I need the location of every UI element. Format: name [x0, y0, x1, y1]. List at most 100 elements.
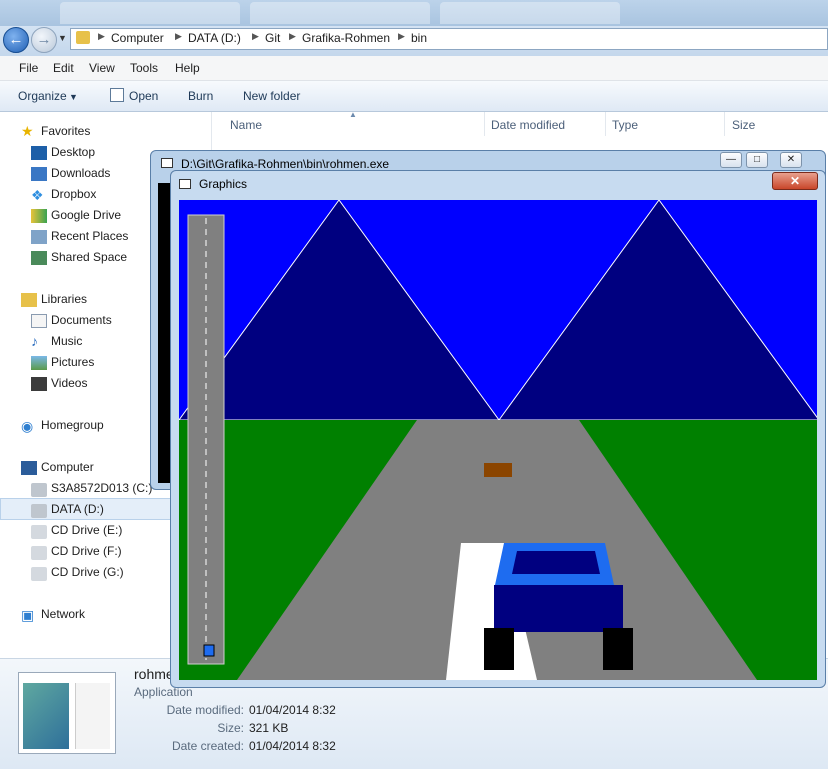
close-button[interactable]: ✕	[772, 172, 818, 190]
back-button[interactable]: ←	[3, 27, 29, 53]
column-divider[interactable]	[484, 112, 485, 136]
nav-item-videos[interactable]: Videos	[51, 376, 87, 390]
car-wheel-left	[484, 628, 514, 670]
open-button[interactable]: Open	[129, 89, 158, 103]
console-icon	[161, 158, 173, 168]
recent-places-icon	[31, 230, 47, 244]
details-file-name: rohme	[134, 666, 174, 682]
car-wheel-right	[603, 628, 633, 670]
chevron-right-icon[interactable]: ▶	[98, 31, 105, 42]
recent-pages-dropdown-icon[interactable]: ▼	[58, 33, 67, 43]
nav-drive-f[interactable]: CD Drive (F:)	[51, 544, 122, 558]
maximize-button[interactable]: □	[746, 152, 768, 168]
nav-item-shared-space[interactable]: Shared Space	[51, 250, 127, 264]
breadcrumb-drive[interactable]: DATA (D:)	[188, 31, 241, 45]
application-icon-page	[75, 683, 110, 749]
menu-help[interactable]: Help	[175, 61, 200, 75]
arrow-left-icon: ←	[8, 31, 24, 48]
command-bar	[0, 81, 828, 112]
music-icon: ♪	[31, 333, 38, 349]
chevron-right-icon[interactable]: ▶	[398, 31, 405, 42]
pictures-icon	[31, 356, 47, 370]
address-bar[interactable]	[70, 28, 828, 50]
cd-drive-icon	[31, 546, 47, 560]
hard-drive-icon	[31, 504, 47, 518]
car-window	[512, 551, 600, 574]
details-size: 321 KB	[249, 721, 289, 735]
libraries-icon	[21, 293, 37, 307]
nav-item-recent-places[interactable]: Recent Places	[51, 229, 128, 243]
chevron-right-icon[interactable]: ▶	[252, 31, 259, 42]
application-icon	[23, 683, 69, 749]
downloads-icon	[31, 167, 47, 181]
breadcrumb-bin[interactable]: bin	[411, 31, 427, 45]
folder-icon	[76, 31, 90, 44]
menu-tools[interactable]: Tools	[130, 61, 158, 75]
details-date-modified-label: Date modified:	[166, 703, 244, 717]
shared-space-icon	[31, 251, 47, 265]
minimize-button[interactable]: —	[720, 152, 742, 168]
nav-item-dropbox[interactable]: Dropbox	[51, 187, 96, 201]
background-tab	[440, 2, 620, 24]
obstacle	[484, 463, 512, 477]
column-divider[interactable]	[605, 112, 606, 136]
chevron-right-icon[interactable]: ▶	[289, 31, 296, 42]
game-canvas[interactable]	[179, 200, 817, 680]
documents-icon	[31, 314, 47, 328]
column-header-date-modified[interactable]: Date modified	[491, 118, 565, 132]
nav-favorites[interactable]: Favorites	[41, 124, 90, 138]
nav-homegroup[interactable]: Homegroup	[41, 418, 104, 432]
background-tab	[60, 2, 240, 24]
dropbox-icon: ❖	[31, 187, 44, 203]
nav-item-pictures[interactable]: Pictures	[51, 355, 94, 369]
nav-drive-c[interactable]: S3A8572D013 (C:)	[51, 481, 152, 495]
nav-item-documents[interactable]: Documents	[51, 313, 112, 327]
hard-drive-icon	[31, 483, 47, 497]
graphics-window-icon	[179, 179, 191, 189]
column-divider[interactable]	[724, 112, 725, 136]
nav-item-desktop[interactable]: Desktop	[51, 145, 95, 159]
menu-file[interactable]: File	[19, 61, 38, 75]
details-date-created: 01/04/2014 8:32	[249, 739, 336, 753]
nav-drive-d[interactable]: DATA (D:)	[51, 502, 104, 516]
organize-button[interactable]: Organize	[18, 89, 67, 103]
menu-bar	[0, 56, 828, 81]
nav-item-google-drive[interactable]: Google Drive	[51, 208, 121, 222]
arrow-right-icon: →	[36, 31, 52, 48]
menu-edit[interactable]: Edit	[53, 61, 74, 75]
nav-drive-g[interactable]: CD Drive (G:)	[51, 565, 124, 579]
forward-button[interactable]: →	[31, 27, 57, 53]
computer-icon	[21, 461, 37, 475]
burn-button[interactable]: Burn	[188, 89, 213, 103]
breadcrumb-git[interactable]: Git	[265, 31, 280, 45]
minimap-player-marker	[203, 644, 215, 657]
car-body	[494, 585, 623, 632]
console-window-title: D:\Git\Grafika-Rohmen\bin\rohmen.exe	[181, 157, 390, 171]
cd-drive-icon	[31, 567, 47, 581]
new-folder-button[interactable]: New folder	[243, 89, 300, 103]
star-icon: ★	[21, 123, 34, 139]
close-button[interactable]: ✕	[780, 152, 802, 168]
chevron-down-icon[interactable]: ▼	[69, 92, 78, 102]
nav-network[interactable]: Network	[41, 607, 85, 621]
menu-view[interactable]: View	[89, 61, 115, 75]
nav-computer[interactable]: Computer	[41, 460, 94, 474]
column-header-type[interactable]: Type	[612, 118, 638, 132]
nav-item-music[interactable]: Music	[51, 334, 82, 348]
network-icon: ▣	[21, 607, 35, 623]
desktop-icon	[31, 146, 47, 160]
videos-icon	[31, 377, 47, 391]
google-drive-icon	[31, 209, 47, 223]
details-date-modified: 01/04/2014 8:32	[249, 703, 336, 717]
nav-item-downloads[interactable]: Downloads	[51, 166, 110, 180]
column-header-name[interactable]: Name	[230, 118, 262, 132]
breadcrumb-computer[interactable]: Computer	[111, 31, 164, 45]
sort-ascending-icon: ▲	[349, 110, 357, 119]
breadcrumb-project[interactable]: Grafika-Rohmen	[302, 31, 390, 45]
details-size-label: Size:	[217, 721, 244, 735]
homegroup-icon: ◉	[21, 418, 34, 434]
column-header-size[interactable]: Size	[732, 118, 755, 132]
nav-libraries[interactable]: Libraries	[41, 292, 87, 306]
nav-drive-e[interactable]: CD Drive (E:)	[51, 523, 122, 537]
chevron-right-icon[interactable]: ▶	[175, 31, 182, 42]
